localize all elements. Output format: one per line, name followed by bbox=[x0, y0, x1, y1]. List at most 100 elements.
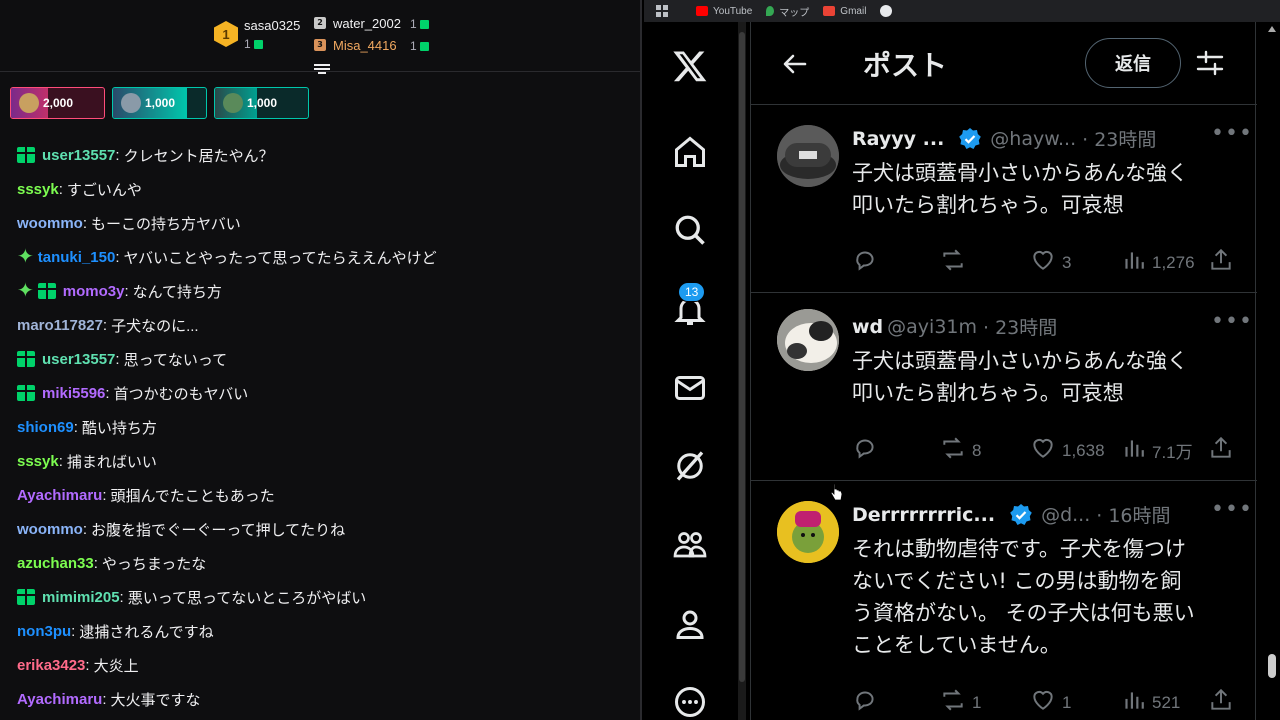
chat-username[interactable]: erika3423 bbox=[17, 657, 85, 674]
chat-username[interactable]: mimimi205 bbox=[42, 589, 120, 606]
share-action[interactable] bbox=[1208, 687, 1240, 718]
display-name[interactable]: Derrrrrrrric... bbox=[852, 504, 995, 526]
chat-username[interactable]: woommo bbox=[17, 215, 83, 232]
chat-message: ✦ tanuki_150: ヤバいことやったって思ってたらええんやけど bbox=[17, 240, 627, 274]
communities-icon[interactable] bbox=[670, 524, 710, 564]
more-options-icon[interactable] bbox=[670, 682, 710, 720]
reply-action[interactable] bbox=[852, 687, 884, 718]
user-handle[interactable]: @hayw... bbox=[990, 128, 1076, 150]
avatar[interactable] bbox=[777, 125, 839, 187]
chat-colon: : bbox=[82, 520, 88, 538]
views-action[interactable]: 521 bbox=[1120, 687, 1180, 718]
views-action[interactable]: 1,276 bbox=[1120, 247, 1195, 278]
chat-username[interactable]: azuchan33 bbox=[17, 555, 94, 572]
collapse-leaderboard-icon[interactable] bbox=[314, 64, 330, 78]
chat-text: なんて持ち方 bbox=[132, 283, 222, 301]
avatar[interactable] bbox=[777, 501, 839, 563]
bookmark-gmail[interactable]: Gmail bbox=[823, 6, 866, 17]
messages-mail-icon[interactable] bbox=[670, 368, 710, 408]
chat-colon: : bbox=[119, 588, 124, 606]
user-handle[interactable]: @ayi31m bbox=[887, 316, 977, 338]
chat-text: もーこの持ち方ヤバい bbox=[91, 215, 241, 233]
sparkle-badge-icon[interactable]: ✦ bbox=[17, 247, 34, 267]
reply-tweet[interactable]: Rayyy ... @hayw... · 23時間 ••• 子犬は頭蓋骨小さいからあんな… bbox=[751, 104, 1257, 292]
like-heart-action[interactable]: 1 bbox=[1030, 687, 1071, 718]
chat-username[interactable]: woommo bbox=[17, 521, 83, 538]
chat-username[interactable]: Ayachimaru bbox=[17, 487, 102, 504]
gift-sub-badge-icon[interactable] bbox=[17, 351, 35, 367]
more-menu-icon[interactable]: ••• bbox=[1211, 497, 1253, 522]
grok-icon[interactable] bbox=[670, 446, 710, 486]
chat-username[interactable]: tanuki_150 bbox=[38, 249, 116, 266]
chat-text: 首つかむのもヤバい bbox=[113, 385, 249, 403]
retweet-action[interactable]: 1 bbox=[940, 687, 981, 718]
post-time[interactable]: · 23時間 bbox=[983, 313, 1057, 340]
sparkle-badge-icon[interactable]: ✦ bbox=[17, 281, 34, 301]
leader-2-name[interactable]: water_2002 bbox=[333, 16, 401, 31]
user-handle[interactable]: @d... bbox=[1041, 504, 1090, 526]
gift-icon bbox=[419, 42, 429, 52]
chat-username[interactable]: Ayachimaru bbox=[17, 691, 102, 708]
reply-tweet[interactable]: Derrrrrrrric... @d... · 16時間 ••• それは動物虐待です。子… bbox=[751, 480, 1257, 720]
bookmark-maps[interactable]: マップ bbox=[766, 4, 809, 19]
x-logo-icon[interactable] bbox=[670, 46, 710, 86]
chat-username[interactable]: maro117827 bbox=[17, 317, 103, 334]
chat-username[interactable]: user13557 bbox=[42, 351, 115, 368]
back-arrow-icon[interactable] bbox=[775, 46, 815, 82]
chat-message: sssyk: 捕まればいい bbox=[17, 444, 627, 478]
chat-username[interactable]: user13557 bbox=[42, 147, 115, 164]
reply-icon bbox=[852, 247, 884, 278]
reply-tweet[interactable]: wd @ayi31m · 23時間 ••• 子犬は頭蓋骨小さいからあんな強く 叩いたら割れ… bbox=[751, 292, 1257, 480]
gift-sub-badge-icon[interactable] bbox=[37, 283, 56, 299]
post-time[interactable]: · 16時間 bbox=[1096, 501, 1170, 528]
gift-sub-badge-icon[interactable] bbox=[17, 147, 35, 163]
bits-chip-1[interactable]: 2,000 bbox=[10, 87, 105, 119]
gift-leaderboard: 1 sasa0325 1 2 water_2002 1 3 Misa_4416 … bbox=[0, 0, 640, 74]
search-icon[interactable] bbox=[670, 210, 710, 250]
reply-button[interactable]: 返信 bbox=[1085, 38, 1181, 88]
profile-icon[interactable] bbox=[670, 604, 710, 644]
apps-grid-icon[interactable] bbox=[656, 5, 668, 17]
retweet-icon bbox=[940, 435, 972, 466]
bookmark-gmail-label: Gmail bbox=[840, 5, 867, 17]
chat-message: shion69: 酷い持ち方 bbox=[17, 410, 627, 444]
like-heart-action[interactable]: 3 bbox=[1030, 247, 1071, 278]
more-menu-icon[interactable]: ••• bbox=[1211, 309, 1253, 334]
chat-username[interactable]: momo3y bbox=[63, 283, 125, 300]
leader-2-count-value: 1 bbox=[410, 17, 417, 31]
gift-sub-badge-icon[interactable] bbox=[17, 589, 35, 605]
share-action[interactable] bbox=[1208, 435, 1240, 466]
chat-username[interactable]: sssyk bbox=[17, 181, 59, 198]
chat-username[interactable]: miki5596 bbox=[42, 385, 105, 402]
display-name[interactable]: Rayyy ... bbox=[852, 128, 944, 150]
avatar[interactable] bbox=[777, 309, 839, 371]
bookmark-youtube[interactable]: YouTube bbox=[696, 6, 752, 17]
retweet-action[interactable] bbox=[940, 247, 972, 278]
chat-username[interactable]: sssyk bbox=[17, 453, 59, 470]
bookmark-globe[interactable] bbox=[880, 5, 897, 17]
chat-username[interactable]: non3pu bbox=[17, 623, 71, 640]
action-count: 521 bbox=[1152, 692, 1181, 712]
bits-chip-3[interactable]: 1,000 bbox=[214, 87, 309, 119]
sidebar-scrollbar[interactable] bbox=[738, 22, 746, 720]
gift-sub-badge-icon[interactable] bbox=[17, 385, 35, 401]
home-icon[interactable] bbox=[670, 132, 710, 172]
views-action[interactable]: 7.1万 bbox=[1120, 435, 1193, 466]
more-menu-icon[interactable]: ••• bbox=[1211, 121, 1253, 146]
tweet-text-line: 子犬は頭蓋骨小さいからあんな強く bbox=[852, 349, 1188, 373]
leader-3-name[interactable]: Misa_4416 bbox=[333, 38, 397, 53]
reply-action[interactable] bbox=[852, 435, 884, 466]
chat-username[interactable]: shion69 bbox=[17, 419, 74, 436]
share-action[interactable] bbox=[1208, 247, 1240, 278]
display-name[interactable]: wd bbox=[852, 316, 883, 338]
bits-chip-2[interactable]: 1,000 bbox=[112, 87, 207, 119]
page-scrollbar[interactable] bbox=[1264, 22, 1280, 720]
leader-1-name[interactable]: sasa0325 bbox=[244, 18, 300, 33]
retweet-action[interactable]: 8 bbox=[940, 435, 981, 466]
hype-bits-row: 2,000 1,000 1,000 bbox=[10, 87, 309, 119]
like-heart-action[interactable]: 1,638 bbox=[1030, 435, 1105, 466]
filter-settings-icon[interactable] bbox=[1195, 48, 1225, 78]
reply-action[interactable] bbox=[852, 247, 884, 278]
leader-1-count-value: 1 bbox=[244, 37, 251, 51]
post-time[interactable]: · 23時間 bbox=[1082, 125, 1156, 152]
